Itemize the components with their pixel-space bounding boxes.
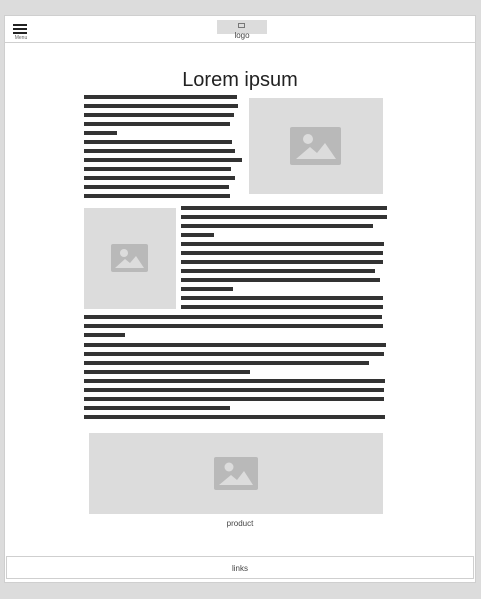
product-caption: product: [226, 519, 254, 528]
top-bar: Menu logo: [5, 16, 475, 43]
footer-links[interactable]: links: [6, 556, 474, 579]
menu-button[interactable]: Menu: [12, 24, 28, 42]
image-icon: [214, 457, 258, 490]
page-title: Lorem ipsum: [182, 69, 298, 91]
image-icon: [290, 127, 341, 165]
logo-label: logo: [234, 31, 250, 40]
image-placeholder-1: [249, 98, 383, 194]
product-image-placeholder[interactable]: [89, 433, 383, 514]
image-placeholder-2: [84, 208, 176, 309]
logo-icon: [238, 23, 245, 28]
footer-links-label: links: [231, 564, 248, 573]
image-icon: [111, 244, 148, 272]
menu-label: Menu: [14, 35, 28, 41]
hamburger-icon: [13, 24, 27, 26]
page-frame: Menu logo Lorem ipsum product links: [4, 15, 476, 583]
